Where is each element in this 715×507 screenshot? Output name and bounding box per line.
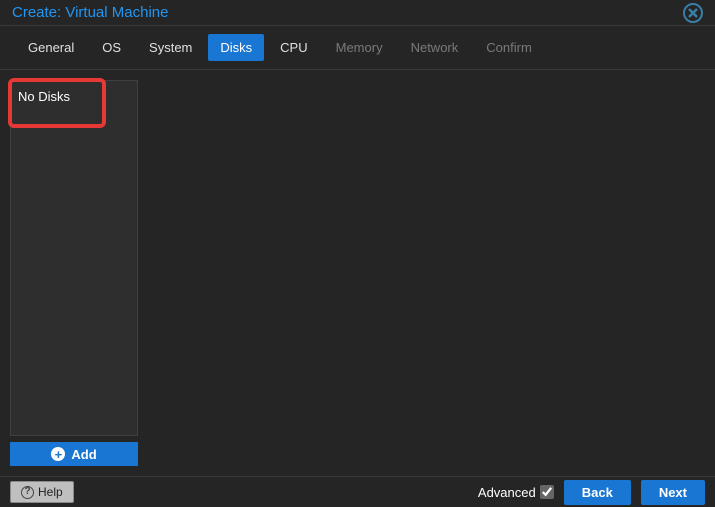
footer-right: Advanced Back Next <box>478 480 705 505</box>
tab-cpu[interactable]: CPU <box>268 34 319 61</box>
content-area: No Disks + Add <box>0 70 715 476</box>
tab-system[interactable]: System <box>137 34 204 61</box>
help-icon: ? <box>21 486 34 499</box>
tab-disks[interactable]: Disks <box>208 34 264 61</box>
advanced-label: Advanced <box>478 485 536 500</box>
titlebar: Create: Virtual Machine <box>0 0 715 26</box>
window-title: Create: Virtual Machine <box>12 4 168 21</box>
add-button-label: Add <box>71 447 96 462</box>
add-disk-button[interactable]: + Add <box>10 442 138 466</box>
no-disks-label: No Disks <box>11 81 82 120</box>
next-button[interactable]: Next <box>641 480 705 505</box>
create-vm-dialog: Create: Virtual Machine General OS Syste… <box>0 0 715 507</box>
close-button[interactable] <box>683 3 703 23</box>
help-button[interactable]: ? Help <box>10 481 74 503</box>
dialog-footer: ? Help Advanced Back Next <box>0 476 715 507</box>
tab-general[interactable]: General <box>16 34 86 61</box>
close-icon <box>688 8 698 18</box>
plus-icon: + <box>51 447 65 461</box>
tab-os[interactable]: OS <box>90 34 133 61</box>
footer-left: ? Help <box>10 481 74 503</box>
tab-network: Network <box>399 34 471 61</box>
tab-confirm: Confirm <box>474 34 544 61</box>
wizard-tabs: General OS System Disks CPU Memory Netwo… <box>0 26 715 70</box>
advanced-checkbox[interactable] <box>540 485 554 499</box>
advanced-toggle[interactable]: Advanced <box>478 485 554 500</box>
help-button-label: Help <box>38 485 63 499</box>
tab-memory: Memory <box>324 34 395 61</box>
disk-list-panel: No Disks <box>10 80 138 436</box>
back-button[interactable]: Back <box>564 480 631 505</box>
